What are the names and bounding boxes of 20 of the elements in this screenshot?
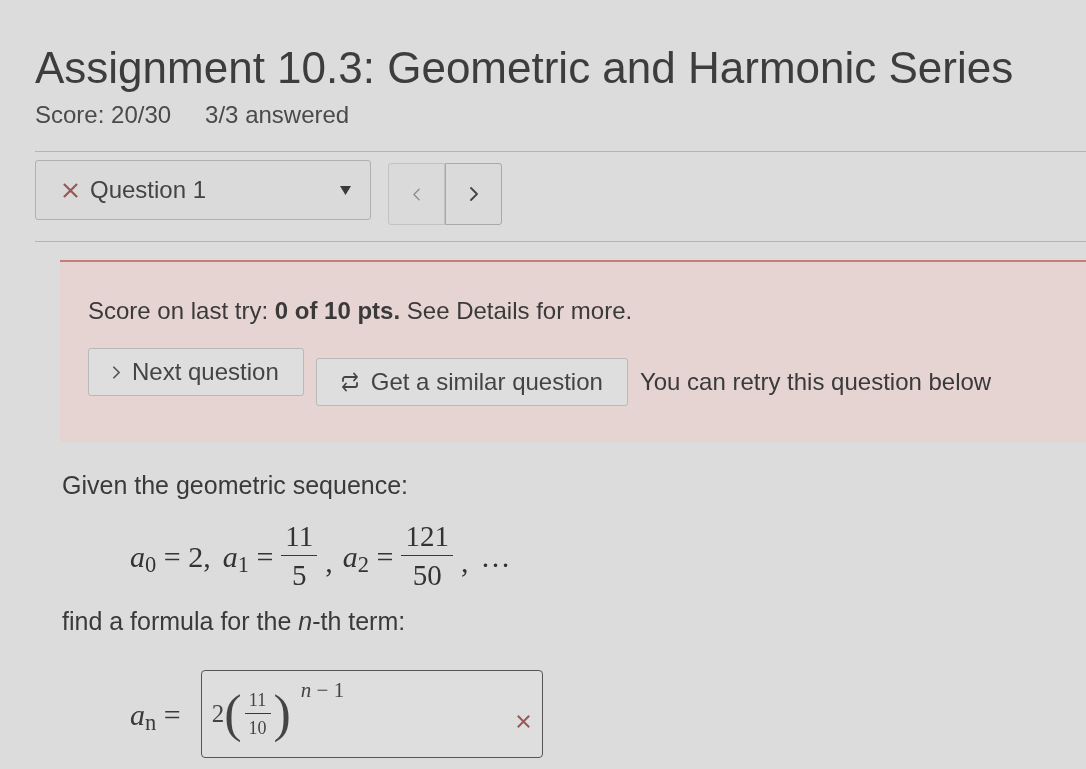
previous-button[interactable] bbox=[388, 163, 445, 225]
chevron-left-icon bbox=[413, 187, 420, 201]
score-text: Score: 20/30 bbox=[35, 101, 172, 129]
next-question-button[interactable]: Next question bbox=[88, 348, 304, 396]
chevron-right-icon bbox=[113, 365, 120, 379]
math-term: a$_{0}$ = 2, bbox=[130, 538, 211, 579]
retry-note: You can retry this question below bbox=[639, 367, 992, 397]
similar-question-button[interactable]: Get a similar question bbox=[315, 358, 628, 406]
answer-label: a$_{n}$ = bbox=[130, 696, 181, 737]
feedback-text: Score on last try: 0 of 10 pts. See Details for more. bbox=[88, 297, 634, 325]
ellipsis: … bbox=[480, 538, 511, 575]
question-prompt: find a formula for the n-th term: bbox=[62, 606, 407, 636]
repeat-icon bbox=[340, 372, 359, 392]
answered-count: 3/3 answered bbox=[205, 101, 350, 129]
question-intro: Given the geometric sequence: bbox=[62, 470, 410, 500]
next-button[interactable] bbox=[445, 163, 502, 225]
caret-down-icon bbox=[340, 185, 351, 195]
page-title: Assignment 10.3: Geometric and Harmonic Series bbox=[35, 46, 1015, 90]
question-selector[interactable]: Question 1 bbox=[35, 160, 371, 220]
chevron-right-icon bbox=[469, 187, 478, 201]
